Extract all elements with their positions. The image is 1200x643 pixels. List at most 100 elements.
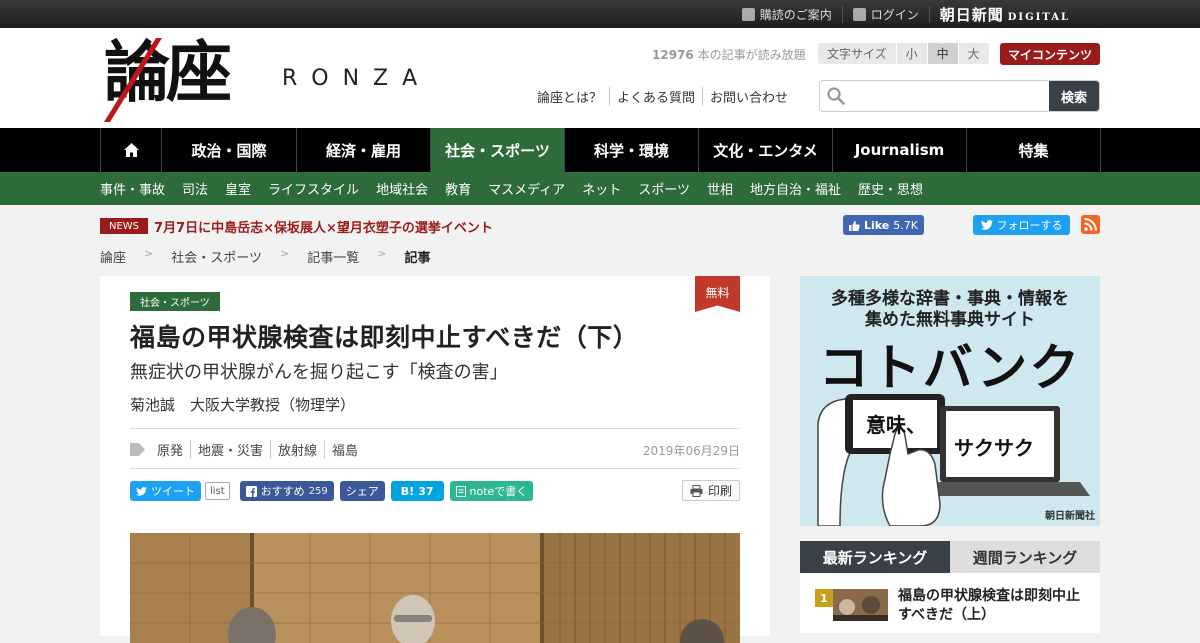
ranking-thumbnail[interactable]: [833, 589, 888, 621]
font-size-large[interactable]: 大: [958, 43, 990, 64]
article-photo-image: [130, 533, 740, 643]
fb-like-count: 5.7K: [893, 218, 918, 232]
hatena-bookmark-button[interactable]: B! 37: [390, 481, 444, 501]
tag-link[interactable]: 地震・災害: [191, 440, 272, 459]
logo-slash-mark: [104, 38, 162, 122]
facebook-like-button[interactable]: Like 5.7K: [843, 215, 924, 235]
nav-special[interactable]: 特集: [966, 128, 1101, 172]
facebook-share-button[interactable]: シェア: [339, 481, 385, 501]
twitter-follow-button[interactable]: フォローする: [973, 215, 1070, 235]
breadcrumb-item[interactable]: 記事一覧: [307, 247, 359, 266]
tab-latest-ranking[interactable]: 最新ランキング: [800, 541, 950, 573]
tw-follow-label: フォローする: [996, 219, 1063, 232]
subscribe-link[interactable]: 購読のご案内: [732, 5, 843, 23]
ad-illustration: [817, 394, 1090, 526]
article-card: 社会・スポーツ 無料 福島の甲状腺検査は即刻中止すべきだ（下） 無症状の甲状腺が…: [100, 276, 770, 643]
tweet-button[interactable]: ツイート: [130, 481, 201, 501]
breadcrumb-item[interactable]: 社会・スポーツ: [171, 247, 262, 266]
contact-link[interactable]: お問い合わせ: [703, 87, 795, 106]
rank-number: 1: [815, 589, 833, 607]
facebook-icon: [245, 485, 257, 497]
subnav-item[interactable]: 世相: [707, 179, 733, 198]
my-contents-button[interactable]: マイコンテンツ: [1000, 43, 1100, 65]
lock-icon: [852, 7, 866, 21]
article-tags: 原発 地震・災害 放射線 福島: [130, 440, 365, 459]
twitter-list-button[interactable]: list: [205, 482, 230, 500]
tweet-label: ツイート: [151, 485, 195, 498]
breadcrumb-separator: >: [279, 247, 290, 260]
nav-science[interactable]: 科学・環境: [564, 128, 698, 172]
facebook-recommend-button[interactable]: おすすめ 259: [239, 481, 334, 501]
note-label: noteで書く: [469, 485, 528, 498]
asahi-digital-logo[interactable]: 朝日新聞 DIGITAL: [930, 4, 1080, 25]
printer-icon: [690, 484, 703, 497]
article-photo: [130, 533, 740, 643]
nav-journalism[interactable]: Journalism: [832, 128, 966, 172]
twitter-icon: [136, 486, 147, 496]
brand-sub: DIGITAL: [1007, 11, 1070, 23]
share-buttons: ツイート list おすすめ 259 シェア B! 37 noteで書く: [130, 481, 539, 501]
subnav-item[interactable]: ネット: [582, 179, 621, 198]
divider: [130, 468, 740, 469]
search-input[interactable]: [852, 81, 1050, 111]
ranking-item-title[interactable]: 福島の甲状腺検査は即刻中止すべきだ（上）: [898, 587, 1088, 625]
nav-economy[interactable]: 経済・雇用: [296, 128, 430, 172]
ad-bubble2: サクサク: [954, 436, 1034, 460]
tag-link[interactable]: 福島: [325, 440, 365, 459]
subnav-item[interactable]: 地域社会: [376, 179, 428, 198]
breadcrumb-item[interactable]: 論座: [100, 247, 126, 266]
login-label: ログイン: [870, 7, 919, 22]
search-icon: [827, 87, 845, 105]
font-size-medium[interactable]: 中: [927, 43, 959, 64]
subscribe-label: 購読のご案内: [759, 7, 832, 22]
read-count-suffix: 本の記事が読み放題: [697, 48, 806, 62]
search-button[interactable]: 検索: [1049, 81, 1099, 111]
breadcrumb-separator: >: [144, 247, 154, 260]
note-icon: [455, 485, 466, 497]
subnav-item[interactable]: 皇室: [225, 179, 251, 198]
kotobank-ad[interactable]: 多種多様な辞書・事典・情報を 集めた無料事典サイト コトバンク 意味、 サクサク…: [800, 276, 1100, 526]
subnav-item[interactable]: 教育: [445, 179, 471, 198]
tag-icon: [130, 443, 145, 456]
top-bar-items: 購読のご案内 ログイン 朝日新聞 DIGITAL: [732, 0, 1080, 28]
nav-culture[interactable]: 文化・エンタメ: [698, 128, 832, 172]
about-link[interactable]: 論座とは？: [530, 87, 611, 106]
tag-link[interactable]: 放射線: [271, 440, 326, 459]
nav-home[interactable]: [100, 128, 161, 172]
print-button[interactable]: 印刷: [681, 480, 740, 501]
nav-politics[interactable]: 政治・国際: [161, 128, 296, 172]
rss-icon[interactable]: [1081, 215, 1100, 234]
twitter-icon: [980, 220, 993, 230]
article-subtitle: 無症状の甲状腺がんを掘り起こす「検査の害」: [130, 362, 508, 383]
site-header: 論座 RONZA 12976 本の記事が読み放題 文字サイズ 小 中 大 マイコ…: [0, 28, 1200, 128]
breadcrumb-current: 記事: [404, 251, 431, 266]
subnav-item[interactable]: ライフスタイル: [268, 179, 359, 198]
subnav-item[interactable]: 司法: [182, 179, 208, 198]
subnav-item[interactable]: スポーツ: [638, 179, 690, 198]
note-button[interactable]: noteで書く: [449, 481, 534, 501]
news-tag: NEWS: [100, 218, 149, 234]
search-box: 検索: [819, 80, 1100, 112]
brand-name: 朝日新聞: [939, 5, 1004, 24]
font-size-small[interactable]: 小: [896, 43, 928, 64]
ronza-logo[interactable]: 論座: [104, 33, 274, 122]
subnav-item[interactable]: 歴史・思想: [858, 179, 923, 198]
fb-like-label: Like: [864, 218, 890, 232]
fb-recommend-label: おすすめ: [260, 485, 305, 498]
read-count: 12976 本の記事が読み放題: [652, 46, 806, 63]
tag-link[interactable]: 原発: [150, 440, 192, 459]
article-author[interactable]: 菊池誠 大阪大学教授（物理学）: [130, 394, 355, 415]
news-headline[interactable]: 7月7日に中島岳志×保坂展人×望月衣塑子の選挙イベント: [154, 217, 493, 236]
login-link[interactable]: ログイン: [843, 5, 930, 23]
subnav-item[interactable]: 事件・事故: [100, 179, 165, 198]
divider: [130, 428, 740, 429]
subnav-item[interactable]: マスメディア: [488, 179, 565, 198]
hatena-icon: B!: [400, 484, 415, 498]
font-size-label: 文字サイズ: [818, 43, 897, 64]
faq-link[interactable]: よくある質問: [610, 87, 704, 106]
subnav-item[interactable]: 地方自治・福祉: [750, 179, 841, 198]
category-badge[interactable]: 社会・スポーツ: [130, 292, 220, 311]
nav-society-sports[interactable]: 社会・スポーツ: [430, 128, 564, 172]
header-links: 論座とは？ よくある質問 お問い合わせ: [530, 87, 795, 106]
tab-weekly-ranking[interactable]: 週間ランキング: [950, 541, 1100, 573]
